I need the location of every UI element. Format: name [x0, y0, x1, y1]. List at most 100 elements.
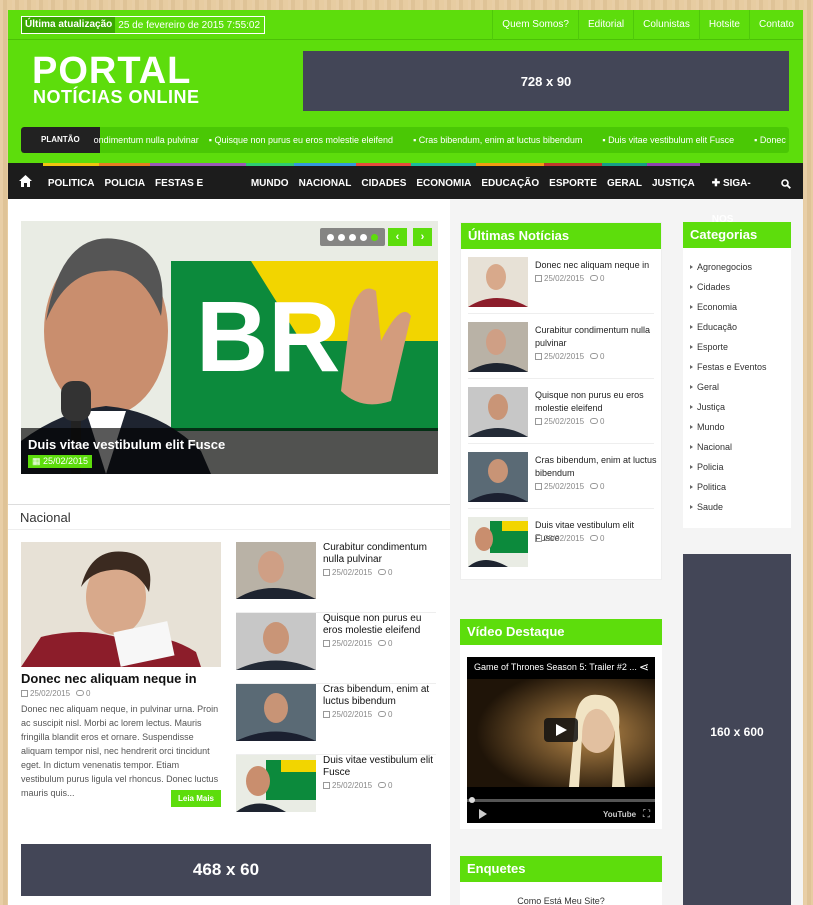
slider-dot[interactable]	[349, 233, 356, 241]
list-item-title[interactable]: Duis vitae vestibulum elit Fusce	[323, 755, 436, 779]
ad-banner-side[interactable]: 160 x 600	[683, 554, 791, 905]
calendar-icon	[323, 782, 330, 789]
list-item-meta: 25/02/2015 0	[323, 781, 393, 790]
read-more-button[interactable]: Leia Mais	[170, 790, 221, 807]
news-item-image[interactable]	[468, 517, 528, 567]
slider-dot[interactable]	[327, 233, 334, 241]
list-item-title[interactable]: Curabitur condimentum nulla pulvinar	[323, 542, 436, 566]
section-title[interactable]: Nacional	[20, 510, 71, 525]
category-item[interactable]: Cidades	[683, 277, 791, 297]
news-item-title[interactable]: Quisque non purus eu eros molestie eleif…	[535, 389, 660, 415]
category-item[interactable]: Geral	[683, 377, 791, 397]
list-item-image[interactable]	[236, 542, 316, 599]
news-item-image[interactable]	[468, 452, 528, 502]
list-item-image[interactable]	[236, 613, 316, 670]
article-image[interactable]	[21, 542, 221, 667]
category-item[interactable]: Politica	[683, 477, 791, 497]
featured-slider[interactable]: BR ‹ › Duis vitae vestibulum elit Fusce …	[21, 221, 438, 474]
ticker-item[interactable]: ondimentum nulla pulvinar	[94, 135, 199, 145]
news-item: Quisque non purus eu eros molestie eleif…	[468, 379, 654, 444]
list-item-title[interactable]: Quisque non purus eu eros molestie eleif…	[323, 613, 436, 637]
list-item-meta: 25/02/2015 0	[323, 639, 393, 648]
list-item-title[interactable]: Cras bibendum, enim at luctus bibendum	[323, 684, 436, 708]
news-item-title[interactable]: Curabitur condimentum nulla pulvinar	[535, 324, 660, 350]
ticker-item[interactable]: ▪ Quisque non purus eu eros molestie ele…	[209, 135, 403, 145]
last-update-date: 25 de fevereiro de 2015 7:55:02	[118, 19, 261, 31]
youtube-logo[interactable]: YouTube	[603, 810, 636, 819]
category-item[interactable]: Mundo	[683, 417, 791, 437]
ticker-label: PLANTÃO	[21, 127, 100, 153]
category-item[interactable]: Agronegocios	[683, 257, 791, 277]
category-item[interactable]: Festas e Eventos	[683, 357, 791, 377]
top-link-colunistas[interactable]: Colunistas	[633, 10, 699, 40]
ad-banner-top[interactable]: 728 x 90	[303, 51, 789, 111]
nav-item-educacao[interactable]: EDUCAÇÃO	[476, 163, 545, 199]
news-item-image[interactable]	[468, 387, 528, 437]
nav-item-politica[interactable]: POLITICA	[42, 163, 100, 199]
page: Última atualização 25 de fevereiro de 20…	[8, 10, 803, 905]
comment-icon	[76, 690, 85, 696]
follow-us-button[interactable]: ✚ SIGA-NOS	[700, 163, 769, 225]
list-item-meta: 25/02/2015 0	[323, 568, 393, 577]
nav-item-nacional[interactable]: NACIONAL	[293, 163, 357, 199]
slider-pagination	[320, 228, 385, 246]
news-item-title[interactable]: Donec nec aliquam neque in	[535, 259, 660, 272]
category-item[interactable]: Nacional	[683, 437, 791, 457]
list-item-image[interactable]	[236, 684, 316, 741]
top-bar: Última atualização 25 de fevereiro de 20…	[8, 10, 803, 40]
nav-item-cidades[interactable]: CIDADES	[356, 163, 412, 199]
comment-icon	[378, 569, 387, 575]
slider-dot[interactable]	[360, 233, 367, 241]
news-item-image[interactable]	[468, 257, 528, 307]
video-title[interactable]: Game of Thrones Season 5: Trailer #2 ...	[474, 662, 637, 672]
nav-item-economia[interactable]: ECONOMIA	[411, 163, 477, 199]
top-link-editorial[interactable]: Editorial	[578, 10, 633, 40]
category-item[interactable]: Educação	[683, 317, 791, 337]
nav-item-esporte[interactable]: ESPORTE	[544, 163, 602, 199]
nav-item-justica[interactable]: JUSTIÇA	[646, 163, 700, 199]
nav-item-geral[interactable]: GERAL	[601, 163, 647, 199]
slider-prev-button[interactable]: ‹	[388, 228, 407, 246]
article-excerpt: Donec nec aliquam neque, in pulvinar urn…	[21, 704, 219, 798]
search-icon[interactable]	[769, 163, 803, 199]
list-item-image[interactable]	[236, 755, 316, 812]
top-link-hotsite[interactable]: Hotsite	[698, 10, 749, 40]
calendar-icon	[323, 640, 330, 647]
video-player[interactable]: Game of Thrones Season 5: Trailer #2 ...…	[467, 657, 655, 823]
logo-subtitle[interactable]: NOTÍCIAS ONLINE	[33, 87, 200, 108]
calendar-icon	[535, 418, 542, 425]
ad-banner-bottom[interactable]: 468 x 60	[21, 844, 431, 896]
nav-item-festas-e-eventos[interactable]: FESTAS E EVENTOS	[150, 163, 246, 225]
main-nav: POLITICA POLICIA FESTAS E EVENTOS MUNDO …	[8, 163, 803, 225]
ticker-item[interactable]: ▪ Duis vitae vestibulum elit Fusce	[602, 135, 744, 145]
ticker-item[interactable]: ▪ Donec nec aliquam neque in	[754, 135, 789, 145]
article-title[interactable]: Donec nec aliquam neque in	[21, 671, 221, 686]
category-item[interactable]: Policia	[683, 457, 791, 477]
widget-title: Enquetes	[460, 856, 662, 882]
slider-dot[interactable]	[338, 233, 345, 241]
nav-item-policia[interactable]: POLICIA	[99, 163, 151, 199]
slider-title[interactable]: Duis vitae vestibulum elit Fusce	[28, 437, 225, 452]
category-item[interactable]: Economia	[683, 297, 791, 317]
top-links: Quem Somos? Editorial Colunistas Hotsite…	[492, 10, 803, 40]
news-item-image[interactable]	[468, 322, 528, 372]
category-item[interactable]: Esporte	[683, 337, 791, 357]
ticker-item[interactable]: ▪ Cras bibendum, enim at luctus bibendum	[413, 135, 592, 145]
home-icon[interactable]	[8, 163, 43, 199]
top-link-quem-somos[interactable]: Quem Somos?	[492, 10, 578, 40]
slider-dot-active[interactable]	[371, 233, 378, 241]
slider-next-button[interactable]: ›	[413, 228, 432, 246]
share-icon[interactable]: ⋖	[639, 660, 649, 674]
last-update-label: Última atualização	[22, 17, 116, 33]
nav-item-mundo[interactable]: MUNDO	[245, 163, 294, 199]
category-item[interactable]: Justiça	[683, 397, 791, 417]
calendar-icon	[535, 535, 542, 542]
calendar-icon	[323, 569, 330, 576]
categories-widget: Categorias Agronegocios Cidades Economia…	[683, 222, 791, 528]
category-item[interactable]: Saude	[683, 497, 791, 517]
widget-title: Vídeo Destaque	[460, 619, 662, 645]
news-item-title[interactable]: Cras bibendum, enim at luctus bibendum	[535, 454, 660, 480]
fullscreen-icon[interactable]: ⛶	[643, 809, 650, 820]
last-update: Última atualização 25 de fevereiro de 20…	[21, 16, 266, 34]
top-link-contato[interactable]: Contato	[748, 10, 803, 40]
